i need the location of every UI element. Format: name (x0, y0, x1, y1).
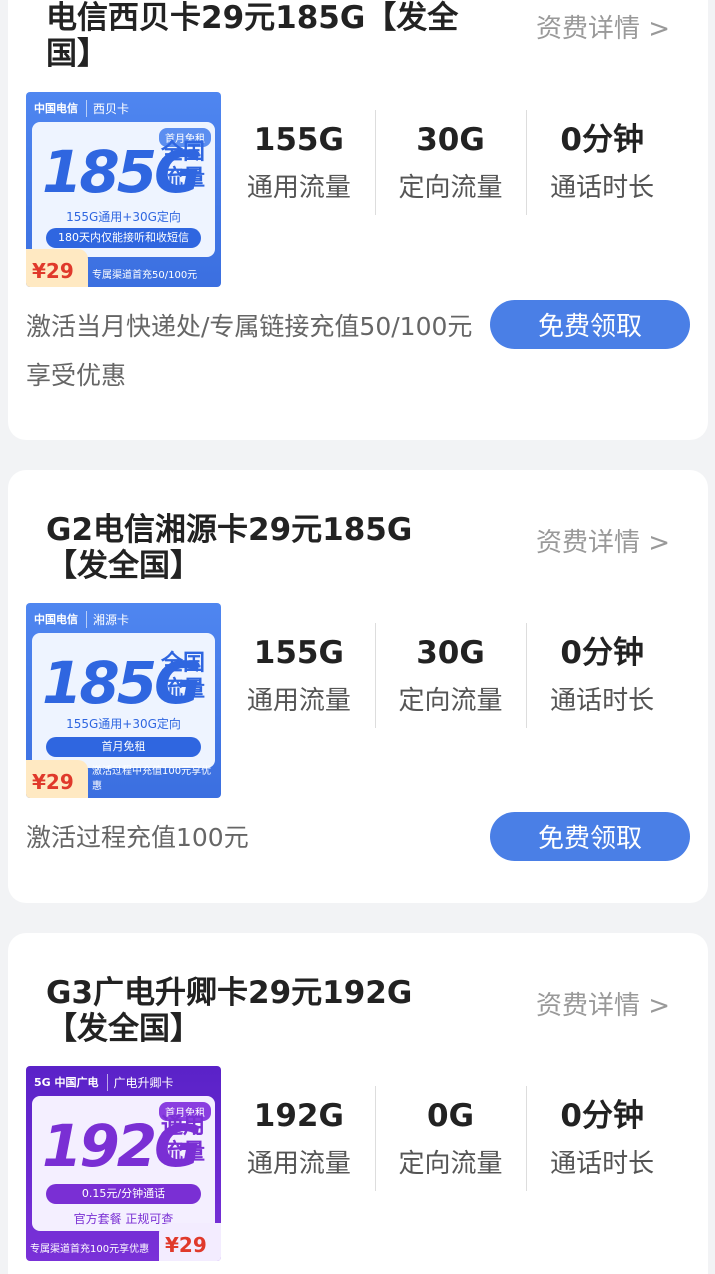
plan-title: G3广电升卿卡29元192G【发全国】 (46, 975, 413, 1047)
image-promo: 专属渠道首充100元享优惠 (30, 1244, 150, 1255)
image-sub-text: 155G通用+30G定向 (66, 717, 181, 731)
image-card-name: 广电升卿卡 (106, 1073, 174, 1091)
stat-label: 定向流量 (398, 1149, 503, 1179)
stat-value: 0分钟 (560, 635, 644, 671)
stat-label: 通话时长 (550, 1149, 655, 1179)
plan-stats: 192G 通用流量 0G 定向流量 0分钟 通话时长 (223, 1086, 678, 1191)
stat-directed-data: 30G 定向流量 (374, 110, 527, 215)
plan-title: G2电信湘源卡29元185G【发全国】 (46, 512, 413, 584)
stat-value: 0分钟 (560, 1098, 644, 1134)
plan-image[interactable]: 中国电信 西贝卡 首月免租 185G 全国流量 155G通用+30G定向 180… (26, 92, 221, 287)
stat-value: 192G (253, 1098, 344, 1134)
plan-image[interactable]: 中国电信 湘源卡 185G 全国流量 155G通用+30G定向 首月免租 ¥29… (26, 603, 221, 798)
pricing-details-link[interactable]: 资费详情 > (536, 985, 670, 1022)
image-price: ¥29 (26, 249, 88, 287)
plan-card[interactable]: G2电信湘源卡29元185G【发全国】 资费详情 > 中国电信 湘源卡 185G… (8, 470, 708, 903)
pricing-details-link[interactable]: 资费详情 > (536, 8, 670, 45)
image-pill: 0.15元/分钟通话 (46, 1184, 201, 1204)
stat-value: 30G (416, 122, 485, 158)
image-price: ¥29 (159, 1223, 221, 1261)
plan-note: 激活当月快递处/专属链接充值50/100元享受优惠 (26, 312, 473, 390)
image-side-text: 全国流量 (160, 651, 205, 702)
stat-call-minutes: 0分钟 通话时长 (526, 1086, 678, 1191)
image-price: ¥29 (26, 760, 88, 798)
stat-value: 0G (427, 1098, 475, 1134)
image-pill: 首月免租 (46, 737, 201, 757)
plan-stats: 155G 通用流量 30G 定向流量 0分钟 通话时长 (223, 623, 678, 728)
stat-value: 155G (253, 635, 344, 671)
stat-label: 通用流量 (246, 686, 351, 716)
stat-label: 通用流量 (246, 173, 351, 203)
stat-call-minutes: 0分钟 通话时长 (526, 623, 678, 728)
image-side-text: 全国流量 (160, 140, 205, 191)
carrier-logo: 5G 中国广电 (34, 1076, 99, 1089)
carrier-logo: 中国电信 (34, 613, 78, 626)
stat-general-data: 155G 通用流量 (223, 623, 375, 728)
stat-label: 定向流量 (398, 686, 503, 716)
stat-label: 通话时长 (550, 173, 655, 203)
plan-title: 电信西贝卡29元185G【发全国】 (46, 0, 459, 72)
stat-label: 定向流量 (398, 173, 503, 203)
stat-value: 0分钟 (560, 122, 644, 158)
carrier-logo: 中国电信 (34, 102, 78, 115)
image-panel: 185G 全国流量 155G通用+30G定向 首月免租 (32, 633, 215, 768)
image-sub-text: 155G通用+30G定向 (66, 210, 181, 224)
stat-general-data: 155G 通用流量 (223, 110, 375, 215)
image-pill: 180天内仅能接听和收短信 (46, 228, 201, 248)
image-panel: 首月免租 185G 全国流量 155G通用+30G定向 180天内仅能接听和收短… (32, 122, 215, 257)
stat-value: 30G (416, 635, 485, 671)
claim-free-button[interactable]: 免费领取 (490, 812, 690, 861)
stat-directed-data: 30G 定向流量 (374, 623, 527, 728)
image-panel: 首月免租 192G 通用流量 0.15元/分钟通话 官方套餐 正规可查 (32, 1096, 215, 1231)
stat-label: 通用流量 (246, 1149, 351, 1179)
plan-note: 激活过程充值100元 (26, 823, 249, 852)
plan-image[interactable]: 5G 中国广电 广电升卿卡 首月免租 192G 通用流量 0.15元/分钟通话 … (26, 1066, 221, 1261)
stat-label: 通话时长 (550, 686, 655, 716)
image-promo: 专属渠道首充50/100元 (92, 270, 198, 281)
stat-call-minutes: 0分钟 通话时长 (526, 110, 678, 215)
plan-stats: 155G 通用流量 30G 定向流量 0分钟 通话时长 (223, 110, 678, 215)
image-promo: 激活过程中充值100元享优惠 (92, 766, 212, 792)
plan-card[interactable]: G3广电升卿卡29元192G【发全国】 资费详情 > 5G 中国广电 广电升卿卡… (8, 933, 708, 1274)
stat-general-data: 192G 通用流量 (223, 1086, 375, 1191)
claim-free-button[interactable]: 免费领取 (490, 300, 690, 349)
stat-directed-data: 0G 定向流量 (374, 1086, 527, 1191)
image-side-text: 通用流量 (160, 1114, 205, 1165)
image-card-name: 湘源卡 (86, 610, 129, 628)
image-card-name: 西贝卡 (86, 99, 129, 117)
pricing-details-link[interactable]: 资费详情 > (536, 522, 670, 559)
stat-value: 155G (253, 122, 344, 158)
plan-card[interactable]: 电信西贝卡29元185G【发全国】 资费详情 > 中国电信 西贝卡 首月免租 1… (8, 0, 708, 440)
